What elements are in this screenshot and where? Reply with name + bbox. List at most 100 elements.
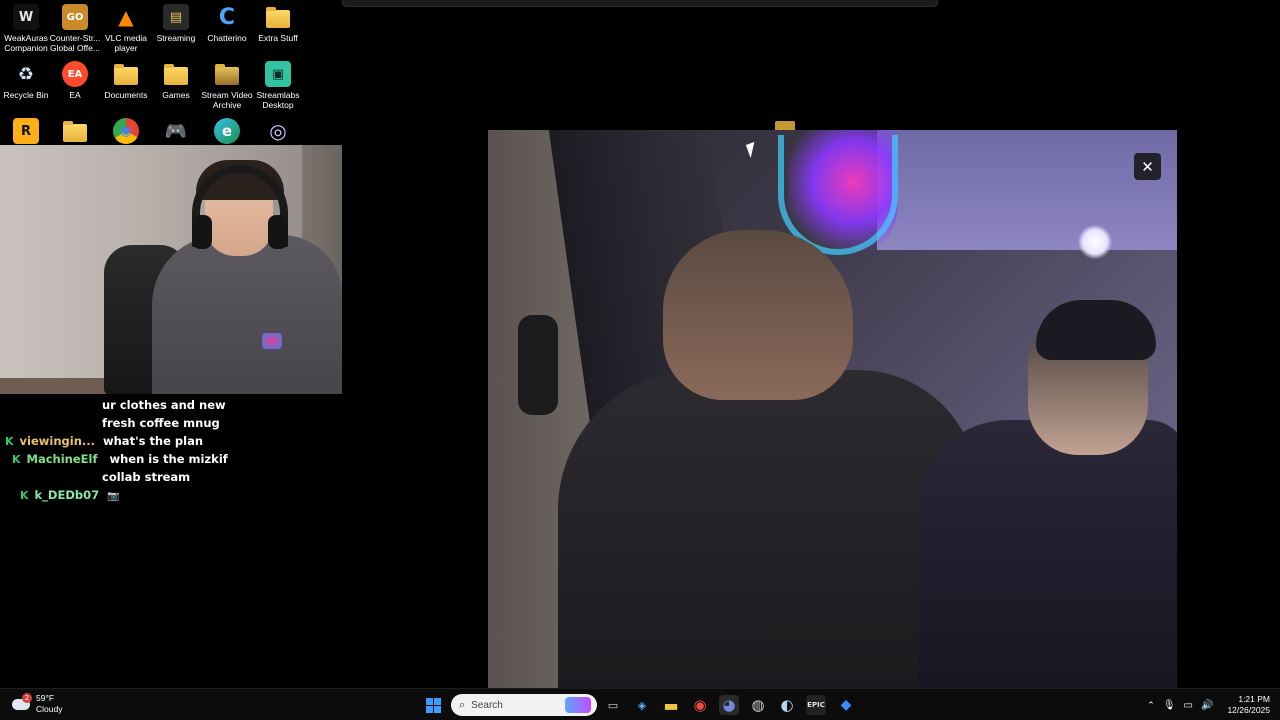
desktop-icon-ea[interactable]: EA EA bbox=[49, 61, 101, 100]
chat-username[interactable]: viewingin... bbox=[20, 434, 95, 448]
desktop-icon-label: VLC media player bbox=[104, 33, 148, 53]
desktop-icon-rockstar[interactable]: R bbox=[0, 118, 52, 147]
app-icon[interactable]: ◆ bbox=[836, 695, 856, 715]
search-icon: ⌕ bbox=[459, 698, 466, 711]
obs-icon[interactable]: ◍ bbox=[748, 695, 768, 715]
top-window-edge bbox=[342, 0, 938, 7]
video-ceiling-light bbox=[1078, 225, 1112, 259]
copilot-icon[interactable]: ◈ bbox=[632, 695, 652, 715]
desktop-icon-label: Extra Stuff bbox=[258, 33, 298, 43]
close-icon: ✕ bbox=[1141, 157, 1154, 176]
streamlabs-icon: ▣ bbox=[265, 61, 291, 87]
weakauras-icon: W bbox=[13, 4, 39, 30]
desktop-icon-chatterino[interactable]: C Chatterino bbox=[201, 4, 253, 44]
folder-icon bbox=[265, 4, 291, 30]
search-label: Search bbox=[471, 699, 503, 711]
taskbar: 2 59°F Cloudy ⌕ Search ▭ ◈ ▬ ◉ ◕ ◍ ◐ EPI… bbox=[0, 688, 1280, 720]
desktop-icon-csgo[interactable]: GO Counter-Str... Global Offe... bbox=[49, 4, 101, 53]
chat-text: ur clothes and new bbox=[102, 398, 226, 412]
desktop-icon-weakauras[interactable]: W WeakAuras Companion bbox=[0, 4, 52, 53]
discord-icon[interactable]: ◕ bbox=[719, 695, 739, 715]
folder-icon bbox=[163, 61, 189, 87]
vlc-icon: ▲ bbox=[118, 5, 134, 29]
streamer-hoodie bbox=[152, 235, 342, 394]
chat-text: fresh coffee mnug bbox=[102, 416, 220, 430]
desktop-icon-chrome[interactable]: ◉ bbox=[100, 118, 152, 147]
desktop-icon-recycle-bin[interactable]: ♻ Recycle Bin bbox=[0, 61, 52, 101]
desktop-icon-label: Documents bbox=[104, 90, 148, 100]
chat-message: K MachineElf when is the mizkif bbox=[12, 452, 228, 466]
chatterino-icon: C bbox=[218, 4, 236, 30]
desktop-icon-label: Chatterino bbox=[207, 33, 247, 43]
chevron-up-icon[interactable]: ⌃ bbox=[1147, 700, 1155, 711]
video-person-jacket bbox=[558, 370, 978, 688]
desktop-icon-gamepad[interactable]: 🎮 bbox=[150, 118, 202, 147]
video-second-person-body bbox=[918, 420, 1177, 688]
network-icon[interactable]: ▭ bbox=[1184, 700, 1193, 711]
desktop-icon-games[interactable]: Games bbox=[150, 61, 202, 100]
search-highlight-icon bbox=[565, 697, 591, 713]
system-tray: ⌃ 🎙 ▭ 🔊 1:21 PM 12/26/2025 bbox=[1147, 689, 1280, 720]
desktop-icon-streamlabs[interactable]: ▣ Streamlabs Desktop bbox=[252, 61, 304, 110]
desktop-icon-label: Streamlabs Desktop bbox=[256, 90, 300, 110]
weather-widget[interactable]: 2 59°F Cloudy bbox=[12, 692, 62, 715]
start-button[interactable] bbox=[423, 695, 443, 715]
folder-icon bbox=[214, 61, 240, 87]
recycle-bin-icon: ♻ bbox=[17, 63, 35, 85]
video-second-person-hair bbox=[1036, 300, 1156, 360]
clock[interactable]: 1:21 PM 12/26/2025 bbox=[1227, 694, 1270, 716]
folder-icon bbox=[113, 61, 139, 87]
emote-icon: 📷 bbox=[107, 491, 120, 502]
volume-icon[interactable]: 🔊 bbox=[1201, 700, 1213, 711]
microphone-icon[interactable]: 🎙 bbox=[1163, 700, 1176, 711]
desktop-icon-stream-video-archive[interactable]: Stream Video Archive bbox=[201, 61, 253, 110]
chat-text: collab stream bbox=[102, 470, 191, 484]
webcam-overlay bbox=[0, 145, 342, 394]
desktop-icon-streaming[interactable]: ▤ Streaming bbox=[150, 4, 202, 43]
weather-text: 59°F Cloudy bbox=[36, 693, 62, 715]
chat-message: Kk_DEDb07 📷 bbox=[20, 488, 120, 502]
chat-text: when is the mizkif bbox=[109, 452, 228, 466]
folder-icon bbox=[62, 118, 88, 144]
task-view-icon[interactable]: ▭ bbox=[603, 695, 623, 715]
chat-overlay: ur clothes and new fresh coffee mnug Kvi… bbox=[0, 394, 342, 534]
search-box[interactable]: ⌕ Search bbox=[451, 694, 597, 716]
chat-message: fresh coffee mnug bbox=[102, 416, 220, 430]
desktop-icon-label: Stream Video Archive bbox=[201, 90, 253, 110]
cloud-icon: 2 bbox=[12, 692, 32, 710]
desktop-icon-folder[interactable] bbox=[49, 118, 101, 147]
chrome-icon[interactable]: ◉ bbox=[690, 695, 710, 715]
windows-icon bbox=[425, 697, 441, 713]
weather-temp: 59°F bbox=[36, 693, 55, 703]
desktop-icon-ubisoft[interactable]: ◎ bbox=[252, 118, 304, 147]
clock-date: 12/26/2025 bbox=[1227, 705, 1270, 715]
desktop-icon-extra-stuff[interactable]: Extra Stuff bbox=[252, 4, 304, 43]
desktop-icon-label: Recycle Bin bbox=[3, 90, 49, 100]
ea-icon: EA bbox=[62, 61, 88, 87]
chat-username[interactable]: k_DEDb07 bbox=[35, 488, 100, 502]
desktop-icon-vlc[interactable]: ▲ VLC media player bbox=[100, 4, 152, 53]
chat-message: collab stream bbox=[102, 470, 190, 484]
chat-message: ur clothes and new bbox=[102, 398, 226, 412]
video-ceiling bbox=[877, 130, 1177, 250]
clock-time: 1:21 PM bbox=[1238, 694, 1270, 704]
chat-username[interactable]: MachineElf bbox=[27, 452, 98, 466]
steam-icon[interactable]: ◐ bbox=[777, 695, 797, 715]
desktop-icon-documents[interactable]: Documents bbox=[100, 61, 152, 100]
weather-badge: 2 bbox=[22, 692, 32, 703]
csgo-icon: GO bbox=[62, 4, 88, 30]
video-person-head bbox=[663, 230, 853, 400]
webcam-floor bbox=[0, 378, 110, 394]
desktop-icon-edge[interactable]: e bbox=[201, 118, 253, 147]
desktop-icon-label: Counter-Str... Global Offe... bbox=[49, 33, 101, 53]
close-button[interactable]: ✕ bbox=[1134, 153, 1161, 180]
desktop-icon-label: Streaming bbox=[156, 33, 196, 43]
headset-left-ear bbox=[192, 215, 212, 249]
desktop-icon-label: Games bbox=[162, 90, 190, 100]
epic-games-icon[interactable]: EPIC bbox=[806, 695, 826, 715]
chat-text: what's the plan bbox=[103, 434, 204, 448]
desktop-icon-label: WeakAuras Companion bbox=[4, 33, 48, 53]
video-player[interactable] bbox=[488, 130, 1177, 688]
edge-icon: e bbox=[214, 118, 240, 144]
file-explorer-icon[interactable]: ▬ bbox=[661, 695, 681, 715]
